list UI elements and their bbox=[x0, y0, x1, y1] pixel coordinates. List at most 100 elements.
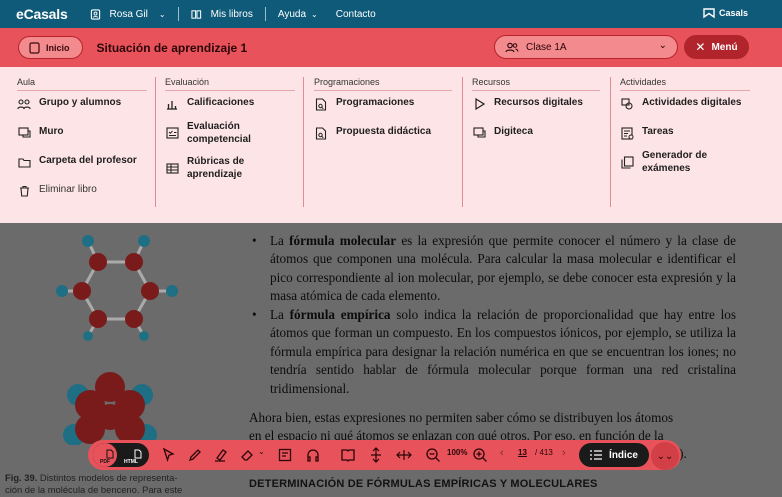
highlighter-tool-icon[interactable] bbox=[213, 447, 229, 463]
menu-column-programaciones: Programaciones Programaciones Propuesta … bbox=[314, 77, 452, 140]
help-menu[interactable]: Ayuda ⌄ bbox=[278, 9, 318, 20]
collapse-toolbar-button[interactable]: ⌄⌄ bbox=[651, 442, 679, 470]
column-heading: Recursos bbox=[472, 77, 600, 91]
menu-item-label: Evaluación competencial bbox=[187, 121, 251, 145]
folder-icon bbox=[17, 155, 31, 169]
headphones-icon[interactable] bbox=[305, 447, 321, 463]
pointer-tool-icon[interactable] bbox=[161, 447, 177, 463]
contact-link[interactable]: Contacto bbox=[336, 9, 376, 20]
column-divider bbox=[155, 77, 156, 207]
home-label: Inicio bbox=[46, 42, 70, 53]
menu-item-label: Tareas bbox=[642, 126, 674, 137]
menu-item-evaluacion-competencial[interactable]: Evaluación competencial bbox=[165, 120, 295, 146]
my-books-label: Mis libros bbox=[210, 8, 253, 20]
menu-item-calificaciones[interactable]: Calificaciones bbox=[165, 97, 295, 111]
users-icon bbox=[505, 42, 519, 52]
casals-brand-label: Casals bbox=[718, 8, 748, 18]
zoom-level: 100% bbox=[447, 448, 468, 457]
caption-text: Distintos modelos de representa- bbox=[37, 472, 178, 483]
menu-item-label: Calificaciones bbox=[187, 97, 255, 108]
user-name: Rosa Gil bbox=[109, 8, 148, 20]
tablet-icon bbox=[29, 41, 40, 54]
paragraph-line: Ahora bien, estas expresiones no permite… bbox=[249, 410, 674, 425]
view-mode-toggle: PDF HTML bbox=[93, 443, 149, 467]
fit-height-icon[interactable] bbox=[368, 447, 384, 463]
eraser-tool-icon[interactable] bbox=[239, 447, 255, 463]
menu-item-digiteca[interactable]: Digiteca bbox=[472, 126, 600, 140]
menu-item-muro[interactable]: Muro bbox=[17, 126, 147, 140]
divider bbox=[177, 7, 179, 21]
bullet-text: La bbox=[270, 233, 290, 248]
class-selector[interactable]: Clase 1A ⌄ bbox=[494, 35, 678, 59]
close-menu-button[interactable]: ✕ Menú bbox=[684, 35, 749, 59]
menu-item-actividades-digitales[interactable]: Actividades digitales bbox=[620, 97, 750, 111]
html-file-icon bbox=[134, 449, 142, 459]
bold-term: fórmula empírica bbox=[289, 307, 391, 322]
menu-item-label: Rúbricas de aprendizaje bbox=[187, 156, 245, 180]
document-search-icon bbox=[314, 97, 328, 111]
chevron-down-icon: ⌄ bbox=[311, 9, 318, 19]
document-search-icon bbox=[314, 126, 328, 140]
fit-width-icon[interactable] bbox=[396, 447, 412, 463]
next-page-icon[interactable]: › bbox=[562, 447, 566, 459]
column-divider bbox=[303, 77, 304, 207]
pdf-view-button[interactable]: PDF bbox=[93, 443, 117, 467]
index-button[interactable]: Índice bbox=[579, 443, 649, 467]
menu-item-label: Muro bbox=[39, 126, 64, 137]
chevron-down-icon: ⌄ bbox=[658, 40, 667, 51]
menu-item-propuesta-didactica[interactable]: Propuesta didáctica bbox=[314, 126, 452, 140]
figure-caption: Fig. 39. Distintos modelos de representa… bbox=[5, 472, 225, 496]
play-icon bbox=[472, 97, 486, 111]
menu-label: Menú bbox=[711, 41, 738, 53]
casals-logo-icon bbox=[703, 8, 715, 19]
copy-icon bbox=[620, 155, 634, 169]
chevron-down-icon[interactable]: ⌄ bbox=[258, 447, 265, 456]
menu-item-label: Digiteca bbox=[494, 126, 533, 137]
note-tool-icon[interactable] bbox=[277, 447, 293, 463]
column-heading: Actividades bbox=[620, 77, 750, 91]
top-navigation-bar: eCasals Rosa Gil ⌄ Mis libros Ayuda ⌄ Co… bbox=[0, 0, 782, 28]
table-icon bbox=[165, 161, 179, 175]
index-label: Índice bbox=[609, 449, 638, 461]
menu-item-eliminar-libro[interactable]: Eliminar libro bbox=[17, 184, 147, 198]
pdf-file-icon bbox=[106, 449, 114, 459]
menu-item-label: Eliminar libro bbox=[39, 184, 97, 195]
menu-item-programaciones[interactable]: Programaciones bbox=[314, 97, 452, 111]
divider bbox=[264, 7, 266, 21]
menu-item-grupo-alumnos[interactable]: Grupo y alumnos bbox=[17, 97, 147, 111]
column-heading: Programaciones bbox=[314, 77, 452, 91]
html-view-button[interactable]: HTML bbox=[117, 443, 145, 467]
shapes-icon bbox=[620, 97, 634, 111]
help-label: Ayuda bbox=[277, 8, 307, 20]
checklist-icon bbox=[165, 126, 179, 140]
zoom-out-icon[interactable] bbox=[425, 447, 441, 463]
menu-column-evaluacion: Evaluación Calificaciones Evaluación com… bbox=[165, 77, 295, 181]
current-page[interactable]: 13 bbox=[518, 448, 527, 457]
ecasals-logo[interactable]: eCasals bbox=[16, 6, 68, 22]
menu-item-recursos-digitales[interactable]: Recursos digitales bbox=[472, 97, 600, 111]
menu-item-label: Actividades digitales bbox=[642, 97, 742, 108]
user-badge-icon bbox=[90, 8, 100, 20]
menu-column-aula: Aula Grupo y alumnos Muro Carpeta del pr… bbox=[17, 77, 147, 198]
menu-item-tareas[interactable]: Tareas bbox=[620, 126, 750, 140]
double-page-icon[interactable] bbox=[340, 447, 356, 463]
menu-item-label: Programaciones bbox=[336, 97, 415, 108]
menu-item-rubricas[interactable]: Rúbricas de aprendizaje bbox=[165, 155, 295, 181]
casals-brand[interactable]: Casals bbox=[703, 7, 748, 19]
menu-item-generador-examenes[interactable]: Generador de exámenes bbox=[620, 149, 750, 175]
class-value: Clase 1A bbox=[526, 41, 567, 53]
bullet-dot: • bbox=[252, 307, 257, 322]
pen-tool-icon[interactable] bbox=[187, 447, 203, 463]
menu-column-actividades: Actividades Actividades digitales Tareas… bbox=[620, 77, 750, 175]
close-icon: ✕ bbox=[695, 40, 706, 54]
unit-header: Inicio Situación de aprendizaje 1 Clase … bbox=[0, 28, 782, 67]
user-menu[interactable]: Rosa Gil ⌄ bbox=[90, 9, 166, 20]
caption-text: ción de la molécula de benceno. Para est… bbox=[5, 484, 183, 495]
home-button[interactable]: Inicio bbox=[18, 36, 83, 59]
menu-item-carpeta-profesor[interactable]: Carpeta del profesor bbox=[17, 155, 147, 169]
menu-item-label: Carpeta del profesor bbox=[39, 155, 137, 166]
my-books-link[interactable]: Mis libros bbox=[191, 9, 253, 20]
zoom-in-icon[interactable] bbox=[472, 447, 488, 463]
benzene-ball-stick-model bbox=[56, 235, 178, 341]
previous-page-icon[interactable]: ‹ bbox=[500, 447, 504, 459]
